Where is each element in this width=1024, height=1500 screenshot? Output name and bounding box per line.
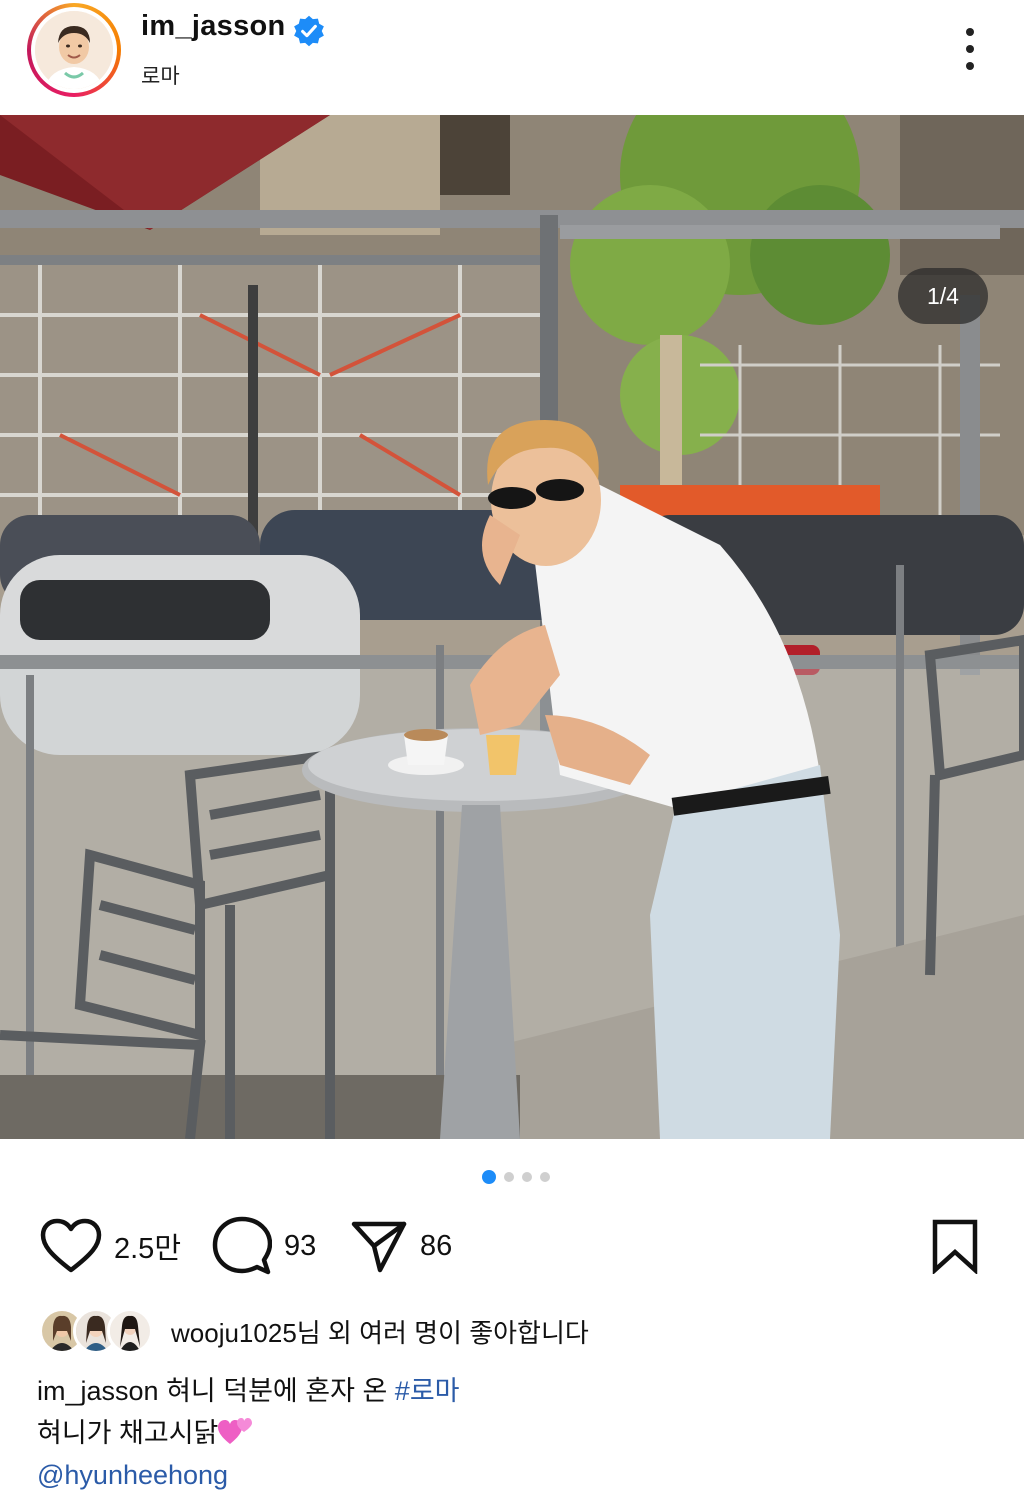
post-photo[interactable]: 1/4	[0, 115, 1024, 1139]
share-button[interactable]: 86	[350, 1215, 452, 1277]
likes-count[interactable]: 2.5만	[114, 1225, 181, 1267]
caption-text-1: 혀니 덕분에 혼자 온	[158, 1376, 395, 1406]
avatar-image	[35, 11, 113, 89]
post-author-username[interactable]: im_jasson	[141, 10, 286, 43]
likes-summary[interactable]: wooju1025님 외 여러 명이 좋아합니다	[39, 1305, 589, 1357]
bookmark-outline-icon[interactable]	[930, 1218, 980, 1274]
caption-mention[interactable]: @hyunheehong	[37, 1460, 228, 1490]
carousel-dots	[482, 1170, 550, 1184]
caption-line-1: im_jasson 혀니 덕분에 혼자 온 #로마	[37, 1370, 997, 1412]
caption-hashtag[interactable]: #로마	[395, 1376, 460, 1406]
paper-plane-icon	[351, 1221, 407, 1273]
liker-avatar	[107, 1308, 153, 1354]
carousel-dot	[540, 1172, 550, 1182]
caption-username[interactable]: im_jasson	[37, 1376, 159, 1406]
carousel-counter: 1/4	[898, 268, 988, 324]
heart-outline-icon	[40, 1218, 102, 1273]
cafe-terrace-photo	[0, 115, 1024, 1139]
more-vertical-icon[interactable]	[950, 24, 990, 74]
post-caption: im_jasson 혀니 덕분에 혼자 온 #로마 혀니가 채고시닭 @hyun…	[37, 1370, 997, 1496]
verified-badge-icon	[294, 15, 324, 47]
likes-summary-rest: 님 외 여러 명이 좋아합니다	[296, 1317, 589, 1348]
comment-bubble-icon	[212, 1216, 272, 1275]
comment-button[interactable]: 93	[212, 1215, 316, 1277]
two-hearts-emoji-icon	[218, 1418, 253, 1444]
story-ring[interactable]	[27, 3, 121, 97]
carousel-dot-active	[482, 1170, 496, 1184]
post-location[interactable]: 로마	[141, 60, 180, 90]
shares-count[interactable]: 86	[420, 1230, 452, 1263]
post-header: im_jasson 로마	[0, 0, 1024, 115]
caption-line-2: 혀니가 채고시닭	[37, 1412, 997, 1454]
carousel-dot	[504, 1172, 514, 1182]
avatar[interactable]	[35, 11, 113, 89]
caption-text-2: 혀니가 채고시닭	[37, 1418, 219, 1448]
comments-count[interactable]: 93	[284, 1230, 316, 1263]
like-button[interactable]: 2.5만	[40, 1215, 181, 1277]
carousel-dot	[522, 1172, 532, 1182]
caption-line-3: @hyunheehong	[37, 1454, 997, 1496]
likes-summary-text: wooju1025님 외 여러 명이 좋아합니다	[171, 1313, 589, 1350]
likes-summary-user[interactable]: wooju1025	[171, 1318, 297, 1348]
